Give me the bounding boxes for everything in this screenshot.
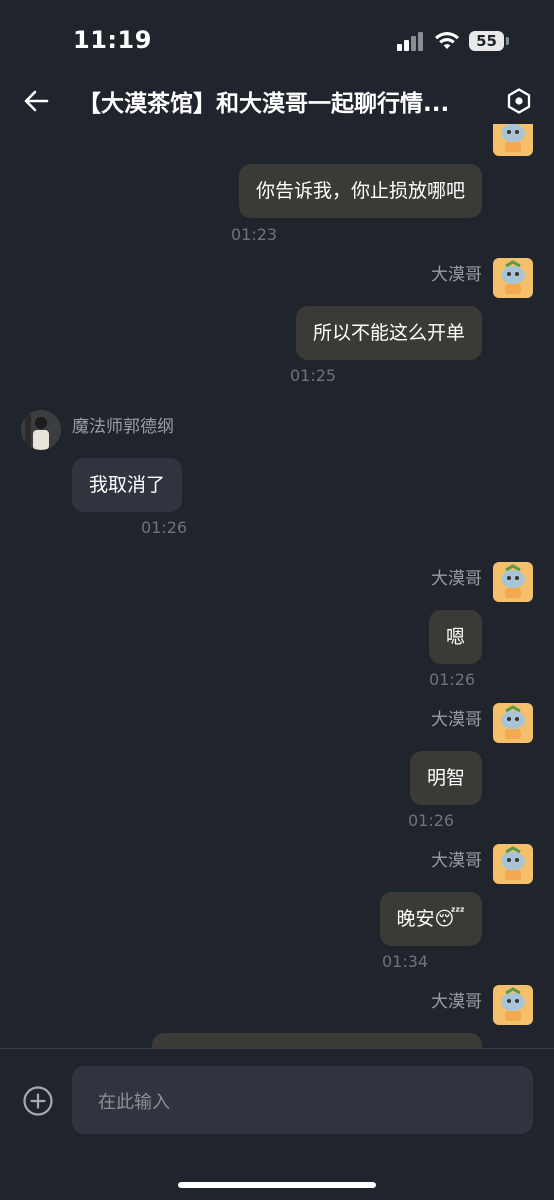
home-indicator[interactable] bbox=[178, 1182, 376, 1188]
sleeping-face-emoji: 😴 bbox=[434, 908, 465, 930]
message-text: 晚安 bbox=[396, 908, 435, 930]
message-time: 01:26 bbox=[141, 518, 188, 537]
message-bubble[interactable]: 明智 bbox=[409, 751, 482, 805]
plus-circle-icon[interactable] bbox=[22, 1085, 54, 1117]
message-bubble[interactable]: 我取消了 bbox=[72, 458, 183, 512]
avatar[interactable] bbox=[493, 258, 533, 298]
chat-title[interactable]: 【大漠茶馆】和大漠哥一起聊行情... bbox=[78, 84, 483, 118]
arrow-left-icon[interactable] bbox=[22, 87, 50, 115]
message-bubble[interactable]: 你告诉我，你止损放哪吧 bbox=[238, 164, 482, 218]
battery-level: 55 bbox=[476, 32, 497, 50]
message-input[interactable]: 在此输入 bbox=[72, 1066, 533, 1134]
battery-tip bbox=[506, 37, 509, 45]
avatar[interactable] bbox=[493, 844, 533, 884]
message-bubble[interactable] bbox=[152, 1033, 482, 1048]
avatar[interactable] bbox=[493, 124, 533, 156]
sender-name: 大漠哥 bbox=[431, 851, 482, 871]
sender-name: 魔法师郭德纲 bbox=[72, 417, 174, 437]
sender-name: 大漠哥 bbox=[431, 569, 482, 589]
status-time: 11:19 bbox=[73, 26, 152, 54]
avatar[interactable] bbox=[493, 562, 533, 602]
message-list[interactable]: 你告诉我，你止损放哪吧 01:23 大漠哥 所以不能这么开单 01:25 魔法师… bbox=[0, 124, 554, 1048]
avatar[interactable] bbox=[493, 703, 533, 743]
avatar[interactable] bbox=[493, 985, 533, 1025]
input-bar: 在此输入 bbox=[0, 1049, 554, 1200]
sender-name: 大漠哥 bbox=[431, 265, 482, 285]
battery-indicator: 55 bbox=[469, 31, 509, 51]
message-time: 01:34 bbox=[382, 952, 429, 971]
message-time: 01:26 bbox=[429, 670, 476, 689]
message-bubble[interactable]: 嗯 bbox=[428, 610, 482, 664]
message-bubble[interactable]: 所以不能这么开单 bbox=[295, 306, 482, 360]
message-bubble[interactable]: 晚安😴 bbox=[379, 892, 482, 946]
status-bar: 11:19 55 bbox=[0, 0, 554, 78]
chat-screen: 11:19 55 【大漠茶馆】和大漠哥一起聊行情... 你告诉我，你止损放哪吧 … bbox=[0, 0, 554, 1200]
cellular-signal-icon bbox=[397, 31, 425, 51]
message-time: 01:23 bbox=[231, 225, 278, 244]
wifi-icon bbox=[435, 32, 459, 49]
message-time: 01:25 bbox=[290, 366, 337, 385]
input-placeholder: 在此输入 bbox=[98, 1092, 170, 1113]
hexagon-settings-icon[interactable] bbox=[505, 87, 533, 115]
avatar[interactable] bbox=[21, 410, 61, 450]
sender-name: 大漠哥 bbox=[431, 710, 482, 730]
message-time: 01:26 bbox=[408, 811, 455, 830]
sender-name: 大漠哥 bbox=[431, 992, 482, 1012]
chat-header: 【大漠茶馆】和大漠哥一起聊行情... bbox=[0, 78, 554, 124]
